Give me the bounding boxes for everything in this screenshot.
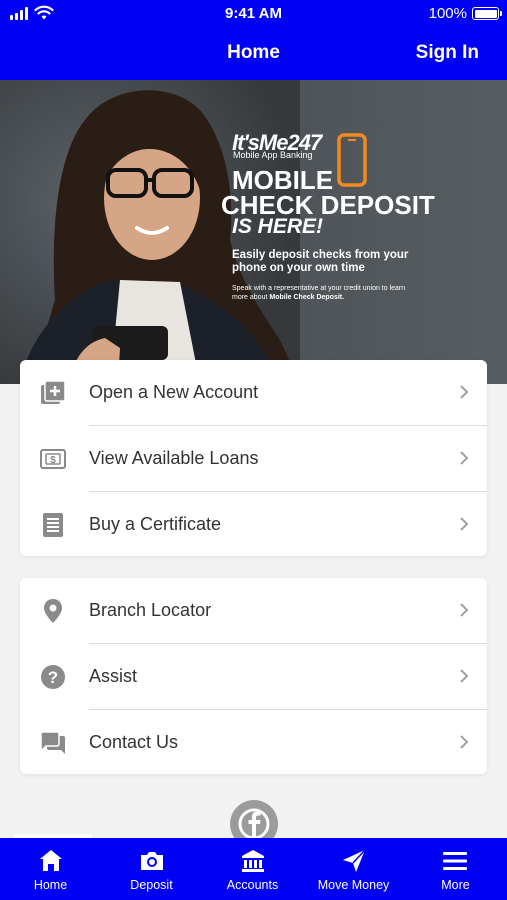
menu-item-contact-us[interactable]: Contact Us [20,710,487,776]
tab-label: Move Money [317,878,390,892]
menu-item-open-account[interactable]: Open a New Account [20,360,487,426]
svg-text:$: $ [50,455,56,466]
status-bar: 9:41 AM 100% [0,0,507,28]
support-card: Branch Locator ? Assist Contact Us [20,578,487,774]
sign-in-button[interactable]: Sign In [416,42,479,64]
menu-item-view-loans[interactable]: $ View Available Loans [20,426,487,492]
help-circle-icon: ? [41,665,65,689]
menu-item-label: Open a New Account [89,382,259,402]
chevron-right-icon [460,669,469,683]
banner-headline-3: IS HERE! [232,215,324,238]
home-icon [40,850,62,871]
dollar-bill-icon: $ [40,449,66,469]
promo-banner[interactable]: It'sMe247 Mobile App Banking MOBILE CHEC… [0,80,507,384]
chevron-right-icon [460,451,469,465]
menu-item-label: Buy a Certificate [89,514,222,534]
chevron-right-icon [460,385,469,399]
battery-percentage: 100% [428,5,467,22]
menu-icon [443,852,467,870]
menu-item-label: Assist [89,666,138,686]
tab-move-money[interactable]: Move Money [303,838,404,900]
location-pin-icon [44,599,62,623]
tab-home[interactable]: Home [0,838,101,900]
bank-icon [242,850,264,872]
menu-item-label: Branch Locator [89,600,212,620]
tab-label: Deposit [130,878,173,892]
send-icon [343,849,366,872]
menu-item-buy-certificate[interactable]: Buy a Certificate [20,492,487,558]
tab-more[interactable]: More [404,838,507,900]
brand-tagline: Mobile App Banking [233,150,313,160]
menu-item-assist[interactable]: ? Assist [20,644,487,710]
battery-icon [472,7,502,20]
menu-item-branch-locator[interactable]: Branch Locator [20,578,487,644]
services-card: Open a New Account $ View Available Loan… [20,360,487,556]
camera-icon [141,852,163,870]
tab-deposit[interactable]: Deposit [101,838,202,900]
svg-text:?: ? [48,668,58,687]
tab-label: More [441,878,470,892]
chat-bubble-icon [40,731,65,754]
tab-label: Home [33,878,68,892]
banner-fine-print: Speak with a representative at your cred… [232,284,422,302]
menu-item-label: View Available Loans [89,448,259,468]
menu-item-label: Contact Us [89,732,179,752]
nav-bar: Home Sign In [0,28,507,80]
tab-bar: Home Deposit Accounts Move Money More [0,838,507,900]
chevron-right-icon [460,603,469,617]
chevron-right-icon [460,735,469,749]
banner-fine-print-bold: Mobile Check Deposit. [269,294,345,301]
add-box-icon [41,380,66,404]
chevron-right-icon [460,517,469,531]
tab-accounts[interactable]: Accounts [202,838,303,900]
phone-graphic-icon [337,133,367,187]
certificate-icon [43,513,63,537]
tab-label: Accounts [226,878,279,892]
banner-description: Easily deposit checks from your phone on… [232,249,409,274]
